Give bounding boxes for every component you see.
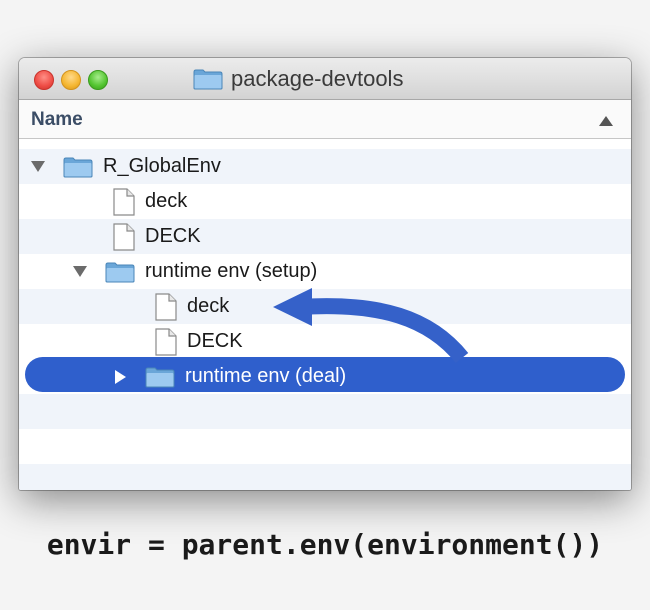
empty-row	[19, 394, 631, 429]
file-tree: R_GlobalEnv deck DECK runtime env (setup…	[19, 149, 631, 490]
tree-row-r-globalenv[interactable]: R_GlobalEnv	[19, 149, 631, 184]
close-button[interactable]	[34, 70, 54, 90]
folder-icon	[145, 367, 175, 387]
empty-row	[19, 429, 631, 464]
title-bar[interactable]: package-devtools	[19, 58, 631, 100]
document-icon	[113, 187, 135, 216]
sort-ascending-icon[interactable]	[599, 116, 613, 126]
tree-item-label: deck	[145, 190, 188, 212]
document-icon	[113, 222, 135, 251]
minimize-button[interactable]	[61, 70, 81, 90]
tree-item-label: runtime env (deal)	[185, 365, 347, 387]
tree-item-label: deck	[187, 295, 230, 317]
folder-icon	[193, 69, 223, 90]
tree-row-deck-upper[interactable]: DECK	[19, 324, 631, 359]
tree-row-deck[interactable]: deck	[19, 184, 631, 219]
disclosure-triangle-collapsed-icon[interactable]	[109, 369, 131, 384]
tree-item-label: runtime env (setup)	[145, 260, 318, 282]
disclosure-triangle-expanded-icon[interactable]	[69, 266, 91, 277]
document-icon	[155, 327, 177, 356]
disclosure-triangle-expanded-icon[interactable]	[27, 161, 49, 172]
tree-row-runtime-env-setup[interactable]: runtime env (setup)	[19, 254, 631, 289]
code-caption: envir = parent.env(environment())	[46, 528, 604, 561]
document-icon	[155, 292, 177, 321]
tree-row-deck[interactable]: deck	[19, 289, 631, 324]
folder-icon	[63, 157, 93, 177]
tree-item-label: R_GlobalEnv	[103, 155, 221, 177]
window-title: package-devtools	[231, 66, 404, 91]
tree-item-label: DECK	[187, 330, 243, 352]
empty-row	[19, 464, 631, 490]
tree-row-deck-upper[interactable]: DECK	[19, 219, 631, 254]
tree-item-label: DECK	[145, 225, 201, 247]
tree-row-runtime-env-deal[interactable]: runtime env (deal)	[19, 359, 631, 394]
zoom-button[interactable]	[88, 70, 108, 90]
column-header-name[interactable]: Name	[31, 109, 83, 131]
finder-window: package-devtools Name R_GlobalEnv deck D…	[19, 58, 631, 490]
window-title-group: package-devtools	[193, 66, 403, 92]
folder-icon	[105, 262, 135, 282]
column-header[interactable]: Name	[19, 100, 631, 139]
